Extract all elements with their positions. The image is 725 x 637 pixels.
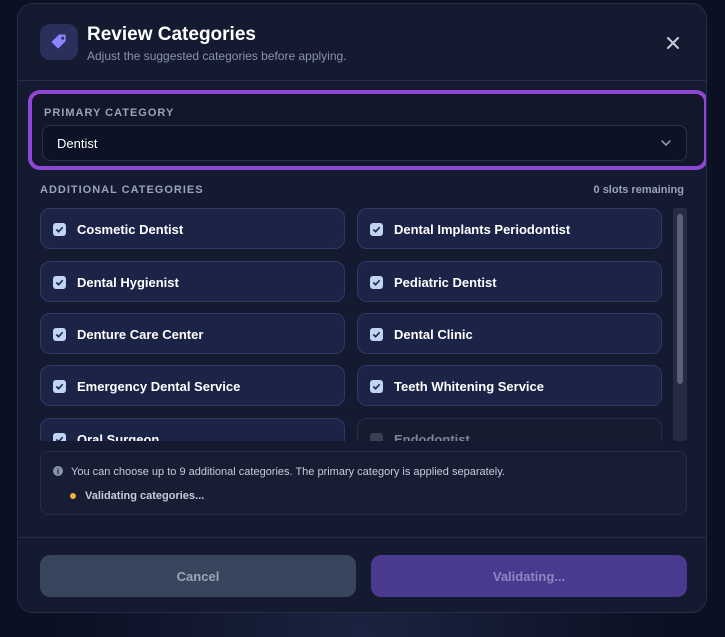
category-item[interactable]: Cosmetic Dentist (40, 208, 345, 249)
checkbox-checked-icon[interactable] (370, 223, 383, 236)
checkbox-checked-icon[interactable] (53, 223, 66, 236)
category-item[interactable]: Dental Hygienist (40, 261, 345, 302)
validating-button[interactable]: Validating... (371, 555, 687, 597)
category-item-label: Pediatric Dentist (394, 275, 497, 290)
close-icon (667, 37, 679, 49)
category-item-label: Teeth Whitening Service (394, 379, 545, 394)
category-item[interactable]: Pediatric Dentist (357, 261, 662, 302)
chevron-down-icon (661, 140, 671, 147)
category-item[interactable]: Dental Clinic (357, 313, 662, 354)
review-categories-modal: Review Categories Adjust the suggested c… (17, 3, 707, 613)
tag-icon (40, 24, 78, 60)
info-icon: i (53, 466, 63, 476)
checkbox-checked-icon[interactable] (53, 380, 66, 393)
category-item-label: Endodontist (394, 432, 470, 441)
category-item-label: Denture Care Center (77, 327, 204, 342)
footer-divider (18, 537, 706, 538)
checkbox-checked-icon[interactable] (370, 276, 383, 289)
primary-category-select[interactable]: Dentist (42, 125, 687, 161)
modal-title: Review Categories (87, 24, 256, 45)
category-item-label: Dental Implants Periodontist (394, 222, 571, 237)
primary-category-value: Dentist (57, 136, 98, 151)
slots-remaining: 0 slots remaining (593, 184, 684, 196)
status-dot-icon (70, 493, 76, 499)
list-scrollbar[interactable] (673, 208, 687, 441)
checkbox-checked-icon[interactable] (53, 276, 66, 289)
info-panel: i You can choose up to 9 additional cate… (40, 451, 687, 515)
category-item-label: Dental Hygienist (77, 275, 179, 290)
additional-categories-list: Cosmetic Dentist Dental Implants Periodo… (40, 208, 666, 441)
close-button[interactable] (662, 32, 684, 54)
category-item[interactable]: Teeth Whitening Service (357, 365, 662, 406)
modal-subtitle: Adjust the suggested categories before a… (87, 49, 347, 63)
checkbox-unchecked-icon[interactable] (370, 433, 383, 441)
category-item-label: Dental Clinic (394, 327, 473, 342)
category-item[interactable]: Emergency Dental Service (40, 365, 345, 406)
scrollbar-thumb[interactable] (677, 214, 683, 384)
category-item[interactable]: Oral Surgeon (40, 418, 345, 441)
info-text: You can choose up to 9 additional catego… (71, 466, 505, 478)
category-item-label: Emergency Dental Service (77, 379, 241, 394)
checkbox-checked-icon[interactable] (370, 380, 383, 393)
category-item[interactable]: Endodontist (357, 418, 662, 441)
primary-category-label: PRIMARY CATEGORY (44, 107, 175, 119)
cancel-button[interactable]: Cancel (40, 555, 356, 597)
category-item[interactable]: Dental Implants Periodontist (357, 208, 662, 249)
category-item-label: Oral Surgeon (77, 432, 160, 441)
category-item-label: Cosmetic Dentist (77, 222, 184, 237)
validation-status: Validating categories... (85, 490, 205, 502)
additional-categories-label: ADDITIONAL CATEGORIES (40, 184, 204, 196)
checkbox-checked-icon[interactable] (53, 433, 66, 441)
primary-category-section: PRIMARY CATEGORY Dentist (28, 90, 706, 170)
modal-header: Review Categories Adjust the suggested c… (18, 4, 706, 81)
checkbox-checked-icon[interactable] (370, 328, 383, 341)
checkbox-checked-icon[interactable] (53, 328, 66, 341)
category-item[interactable]: Denture Care Center (40, 313, 345, 354)
